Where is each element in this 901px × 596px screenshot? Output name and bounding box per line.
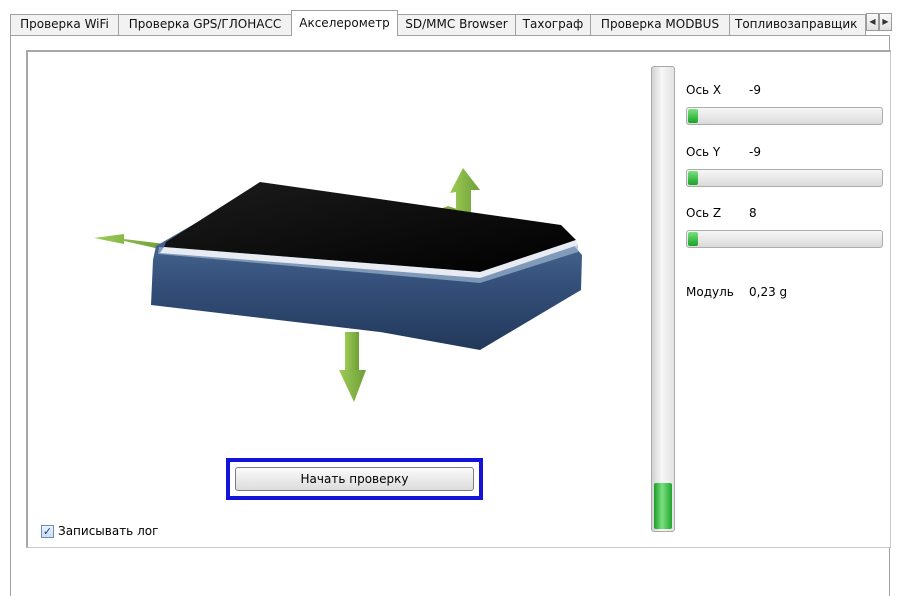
- tab-gps-glonass[interactable]: Проверка GPS/ГЛОНАСС: [118, 14, 292, 35]
- arrow-left-icon[interactable]: ◀: [866, 13, 879, 31]
- axis-y-label: Ось Y: [686, 145, 721, 159]
- tab-modbus[interactable]: Проверка MODBUS: [590, 14, 730, 35]
- tab-sd-mmc-browser[interactable]: SD/MMC Browser: [397, 14, 516, 35]
- start-button-focus-frame: Начать проверку: [226, 458, 483, 500]
- log-checkbox[interactable]: ✓: [41, 525, 54, 538]
- tab-tachograph[interactable]: Тахограф: [515, 14, 591, 35]
- start-check-button[interactable]: Начать проверку: [235, 467, 474, 491]
- axis-y-fill: [688, 171, 698, 185]
- vertical-level-bar: [651, 66, 675, 532]
- axis-z-fill: [688, 232, 698, 246]
- axis-x-fill: [688, 109, 698, 123]
- modulus-label: Модуль: [686, 285, 734, 299]
- axis-z-value: 8: [749, 206, 757, 220]
- arrow-right-icon[interactable]: ▶: [879, 13, 892, 31]
- axis-y-bar: [686, 169, 883, 187]
- tab-wifi[interactable]: Проверка WiFi: [10, 14, 119, 35]
- axis-z-bar: [686, 230, 883, 248]
- tab-scroll-buttons: ◀ ▶: [866, 13, 892, 31]
- tab-strip: Проверка WiFi Проверка GPS/ГЛОНАСС Аксел…: [0, 0, 901, 36]
- device-visualization: [94, 168, 582, 402]
- arrow-z-axis-icon: [339, 332, 366, 402]
- vertical-level-fill: [654, 482, 672, 529]
- tab-fuel-dispenser[interactable]: Топливозаправщик: [729, 14, 866, 35]
- axis-x-value: -9: [749, 83, 761, 97]
- axis-y-value: -9: [749, 145, 761, 159]
- arrow-x-axis-icon: [94, 234, 165, 250]
- axis-x-label: Ось X: [686, 83, 722, 97]
- tab-accelerometer[interactable]: Акселерометр: [291, 10, 398, 36]
- log-checkbox-label[interactable]: Записывать лог: [58, 524, 158, 538]
- modulus-value: 0,23 g: [749, 285, 788, 299]
- axis-z-label: Ось Z: [686, 206, 722, 220]
- axis-x-bar: [686, 107, 883, 125]
